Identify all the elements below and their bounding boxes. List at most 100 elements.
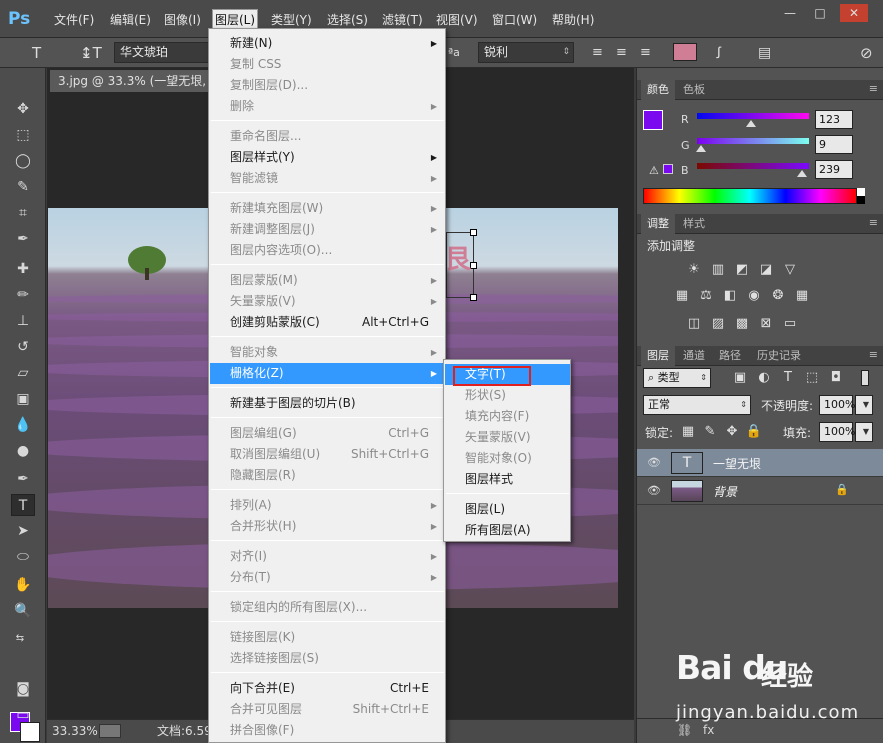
tab-layers[interactable]: 图层 [641,346,675,366]
menu-item[interactable]: 新建(N) ▶ [210,33,445,54]
color-fg-swatch[interactable] [643,110,663,130]
character-panel-icon[interactable]: ▤ [758,43,771,63]
color-balance-icon[interactable]: ⚖ [697,288,715,304]
panel-menu-icon[interactable]: ≡ [869,216,878,229]
blue-slider[interactable] [697,163,809,169]
menu-select[interactable]: 选择(S) [325,10,370,30]
menu-type[interactable]: 类型(Y) [269,10,314,30]
vibrance-icon[interactable]: ▽ [781,262,799,278]
tab-adjustments[interactable]: 调整 [641,214,675,234]
threshold-icon[interactable]: ▩ [733,316,751,332]
transform-handle[interactable] [470,262,477,269]
menu-item[interactable]: 图层样式 [445,469,570,490]
fill-dropdown-icon[interactable]: ▼ [855,422,873,442]
red-slider-thumb[interactable] [745,120,756,127]
menu-filter[interactable]: 滤镜(T) [380,10,425,30]
transform-handle[interactable] [470,294,477,301]
panel-menu-icon[interactable]: ≡ [869,348,878,361]
text-orientation-icon[interactable]: ↨T [80,43,102,63]
type-tool-icon[interactable]: T [32,43,41,63]
screen-mode-icon[interactable]: ▭ [11,704,35,726]
align-left-icon[interactable]: ≡ [592,43,603,63]
hand-tool-icon[interactable]: ✋ [11,574,35,596]
brightness-icon[interactable]: ☀ [685,262,703,278]
blur-tool-icon[interactable]: 💧 [11,414,35,436]
photo-filter-icon[interactable]: ◉ [745,288,763,304]
invert-icon[interactable]: ◫ [685,316,703,332]
pen-tool-icon[interactable]: ✒ [11,468,35,490]
menu-view[interactable]: 视图(V) [434,10,480,30]
align-right-icon[interactable]: ≡ [640,43,651,63]
text-bounding-box[interactable]: 艮 [445,229,477,301]
menu-layer[interactable]: 图层(L) [212,9,259,29]
menu-help[interactable]: 帮助(H) [550,10,596,30]
menu-image[interactable]: 图像(I) [162,10,203,30]
healing-brush-tool-icon[interactable]: ✚ [11,258,35,280]
tab-channels[interactable]: 通道 [677,346,711,366]
channel-mixer-icon[interactable]: ❂ [769,288,787,304]
blue-value-input[interactable]: 239 [815,160,853,179]
filter-pixel-icon[interactable]: ▣ [731,370,749,386]
blend-mode-select[interactable]: 正常 ⇕ [643,395,751,415]
opacity-input[interactable]: 100% [819,395,855,415]
move-tool-icon[interactable]: ✥ [11,98,35,120]
quick-select-tool-icon[interactable]: ✎ [11,176,35,198]
gradient-map-icon[interactable]: ▭ [781,316,799,332]
red-value-input[interactable]: 123 [815,110,853,129]
maximize-icon[interactable]: □ [806,4,834,22]
tab-history[interactable]: 历史记录 [751,346,807,366]
brush-tool-icon[interactable]: ✏ [11,284,35,306]
curves-icon[interactable]: ◩ [733,262,751,278]
eyedropper-tool-icon[interactable]: ✒ [11,228,35,250]
exposure-icon[interactable]: ◪ [757,262,775,278]
menu-item[interactable]: 新建基于图层的切片(B) [210,393,445,414]
align-center-icon[interactable]: ≡ [616,43,627,63]
color-spectrum-bar[interactable] [643,188,857,204]
filter-toggle[interactable] [861,370,869,386]
color-lookup-icon[interactable]: ▦ [793,288,811,304]
swap-colors-icon[interactable]: ⇆ [8,628,32,650]
menu-item[interactable]: 文字(T) [445,364,570,386]
filter-type-icon[interactable]: T [779,370,797,386]
tab-swatches[interactable]: 色板 [677,80,711,100]
transform-handle[interactable] [470,229,477,236]
visibility-eye-icon[interactable]: 👁 [647,484,661,497]
menu-item[interactable]: 创建剪贴蒙版(C) Alt+Ctrl+G [210,312,445,333]
lock-all-icon[interactable]: 🔒 [745,424,763,440]
lock-position-icon[interactable]: ✥ [723,424,741,440]
filter-shape-icon[interactable]: ⬚ [803,370,821,386]
layer-name[interactable]: 一望无垠 [713,455,761,472]
marquee-tool-icon[interactable]: ⬚ [11,124,35,146]
lock-transparent-icon[interactable]: ▦ [679,424,697,440]
panel-menu-icon[interactable]: ≡ [869,82,878,95]
menu-window[interactable]: 窗口(W) [490,10,539,30]
opacity-dropdown-icon[interactable]: ▼ [855,395,873,415]
blue-slider-thumb[interactable] [797,170,808,177]
filter-adjustment-icon[interactable]: ◐ [755,370,773,386]
minimize-icon[interactable]: — [776,4,804,22]
stamp-tool-icon[interactable]: ⊥ [11,310,35,332]
menu-edit[interactable]: 编辑(E) [108,10,153,30]
spectrum-white-swatch[interactable] [857,188,865,196]
posterize-icon[interactable]: ▨ [709,316,727,332]
menu-item[interactable]: 栅格化(Z) ▶ [210,363,445,384]
menu-item[interactable]: 图层样式(Y) ▶ [210,147,445,168]
gamut-color-swatch[interactable] [663,164,673,174]
lock-pixels-icon[interactable]: ✎ [701,424,719,440]
path-select-tool-icon[interactable]: ➤ [11,520,35,542]
gradient-tool-icon[interactable]: ▣ [11,388,35,410]
levels-icon[interactable]: ▥ [709,262,727,278]
visibility-eye-icon[interactable]: 👁 [647,456,661,469]
layer-filter-select[interactable]: ⌕ 类型 ⇕ [643,368,711,388]
menu-item[interactable]: 向下合并(E) Ctrl+E [210,678,445,699]
layer-row[interactable]: 👁 T 一望无垠 [637,449,883,477]
selective-color-icon[interactable]: ⊠ [757,316,775,332]
zoom-level[interactable]: 33.33% [52,720,98,742]
layer-row[interactable]: 👁 背景 🔒 [637,477,883,505]
close-icon[interactable]: ✕ [840,4,868,22]
menu-item[interactable]: 图层(L) [445,499,570,520]
antialias-select[interactable]: 锐利 ⇕ [478,42,574,63]
fill-input[interactable]: 100% [819,422,855,442]
tab-paths[interactable]: 路径 [713,346,747,366]
dodge-tool-icon[interactable]: ● [11,440,35,462]
